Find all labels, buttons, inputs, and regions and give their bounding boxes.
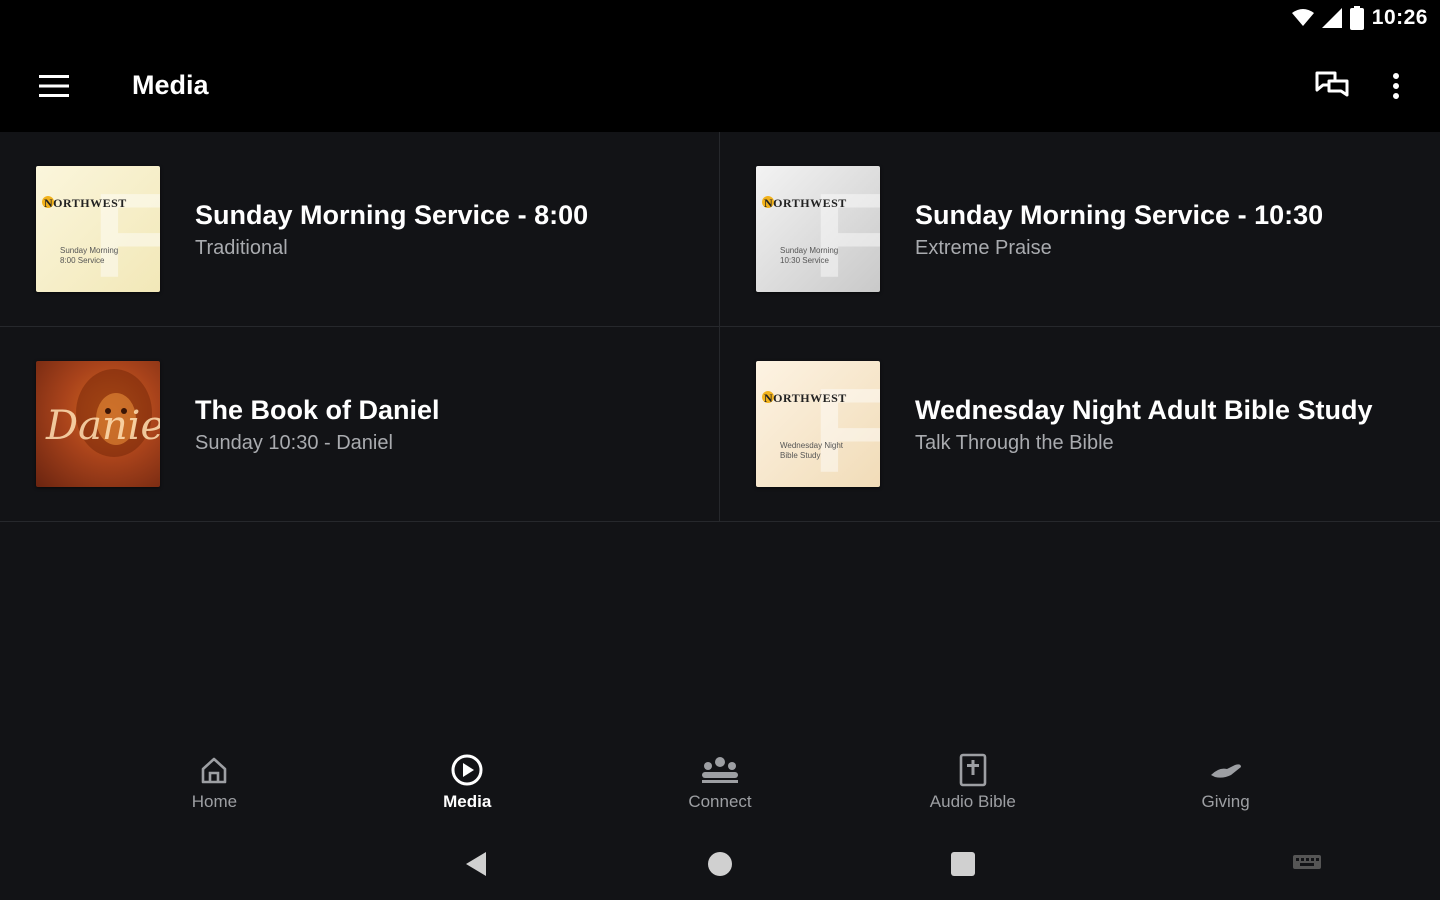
chat-button[interactable] xyxy=(1308,62,1356,110)
page-title: Media xyxy=(132,70,209,100)
media-item[interactable]: F NORTHWEST Wednesday Night Bible Study W… xyxy=(720,327,1440,522)
nav-label: Giving xyxy=(1201,792,1250,811)
media-item-title: Sunday Morning Service - 10:30 xyxy=(915,200,1324,230)
system-navigation-bar xyxy=(0,830,1440,900)
media-item-title: Wednesday Night Adult Bible Study xyxy=(915,395,1373,425)
app-bar: Media xyxy=(0,40,1440,132)
nav-item-connect[interactable]: Connect xyxy=(594,752,847,824)
nav-item-audio-bible[interactable]: Audio Bible xyxy=(846,752,1099,824)
media-item-title: Sunday Morning Service - 8:00 xyxy=(195,200,589,230)
home-circle-icon xyxy=(708,852,732,876)
thumb-script-text: Daniel xyxy=(46,403,160,449)
media-item-subtitle: Talk Through the Bible xyxy=(915,432,1114,454)
thumb-logo-text: NORTHWEST xyxy=(44,196,127,210)
more-options-button[interactable] xyxy=(1372,62,1420,110)
nav-item-home[interactable]: Home xyxy=(88,752,341,824)
chat-icon xyxy=(1315,71,1349,97)
menu-icon xyxy=(39,75,69,97)
thumb-line: Bible Study xyxy=(780,451,821,460)
nav-label: Media xyxy=(443,792,492,811)
status-time: 10:26 xyxy=(1371,6,1428,29)
media-item[interactable]: F NORTHWEST Sunday Morning 8:00 Service S… xyxy=(0,132,720,327)
nav-label: Connect xyxy=(688,792,752,811)
thumb-line: Wednesday Night xyxy=(780,441,843,450)
thumb-line: Sunday Morning xyxy=(780,246,839,255)
battery-icon xyxy=(1349,6,1364,30)
media-list: F NORTHWEST Sunday Morning 8:00 Service S… xyxy=(0,132,1440,522)
people-icon xyxy=(701,757,738,783)
thumb-line: Sunday Morning xyxy=(60,246,119,255)
wifi-icon xyxy=(1291,9,1314,26)
more-vert-icon xyxy=(1393,73,1399,99)
status-icons: 10:26 xyxy=(1291,6,1428,30)
media-item-subtitle: Sunday 10:30 - Daniel xyxy=(195,432,393,454)
media-thumbnail: F NORTHWEST Sunday Morning 8:00 Service xyxy=(36,166,160,292)
nav-label: Home xyxy=(191,792,238,811)
thumb-logo-text: NORTHWEST xyxy=(764,391,847,405)
bible-icon xyxy=(959,753,987,787)
menu-button[interactable] xyxy=(30,62,78,110)
media-item[interactable]: F NORTHWEST Sunday Morning 10:30 Service … xyxy=(720,132,1440,327)
recents-icon xyxy=(951,852,975,876)
thumb-logo-text: NORTHWEST xyxy=(764,196,847,210)
media-item-subtitle: Traditional xyxy=(195,237,288,259)
thumb-line: 8:00 Service xyxy=(60,256,105,265)
bottom-navigation: Home Media Connect Audio Bible Giving xyxy=(88,752,1352,824)
giving-hand-icon xyxy=(1210,764,1241,778)
nav-item-giving[interactable]: Giving xyxy=(1099,752,1352,824)
play-circle-icon xyxy=(451,754,483,786)
media-item-title: The Book of Daniel xyxy=(195,395,440,425)
system-back-button[interactable] xyxy=(452,844,500,884)
back-icon xyxy=(466,852,486,876)
system-recents-button[interactable] xyxy=(939,844,987,884)
system-home-button[interactable] xyxy=(696,844,744,884)
media-item[interactable]: Daniel The Book of Daniel Sunday 10:30 -… xyxy=(0,327,720,522)
nav-item-media[interactable]: Media xyxy=(341,752,594,824)
thumb-line: 10:30 Service xyxy=(780,256,829,265)
status-bar: 10:26 xyxy=(0,0,1440,40)
media-thumbnail: Daniel xyxy=(36,361,160,487)
signal-icon xyxy=(1321,8,1342,28)
media-thumbnail: F NORTHWEST Wednesday Night Bible Study xyxy=(756,361,880,487)
media-item-subtitle: Extreme Praise xyxy=(915,237,1052,259)
media-thumbnail: F NORTHWEST Sunday Morning 10:30 Service xyxy=(756,166,880,292)
nav-label: Audio Bible xyxy=(929,792,1016,811)
home-icon xyxy=(202,757,227,784)
keyboard-icon xyxy=(1293,855,1321,869)
system-keyboard-button[interactable] xyxy=(1283,844,1331,884)
